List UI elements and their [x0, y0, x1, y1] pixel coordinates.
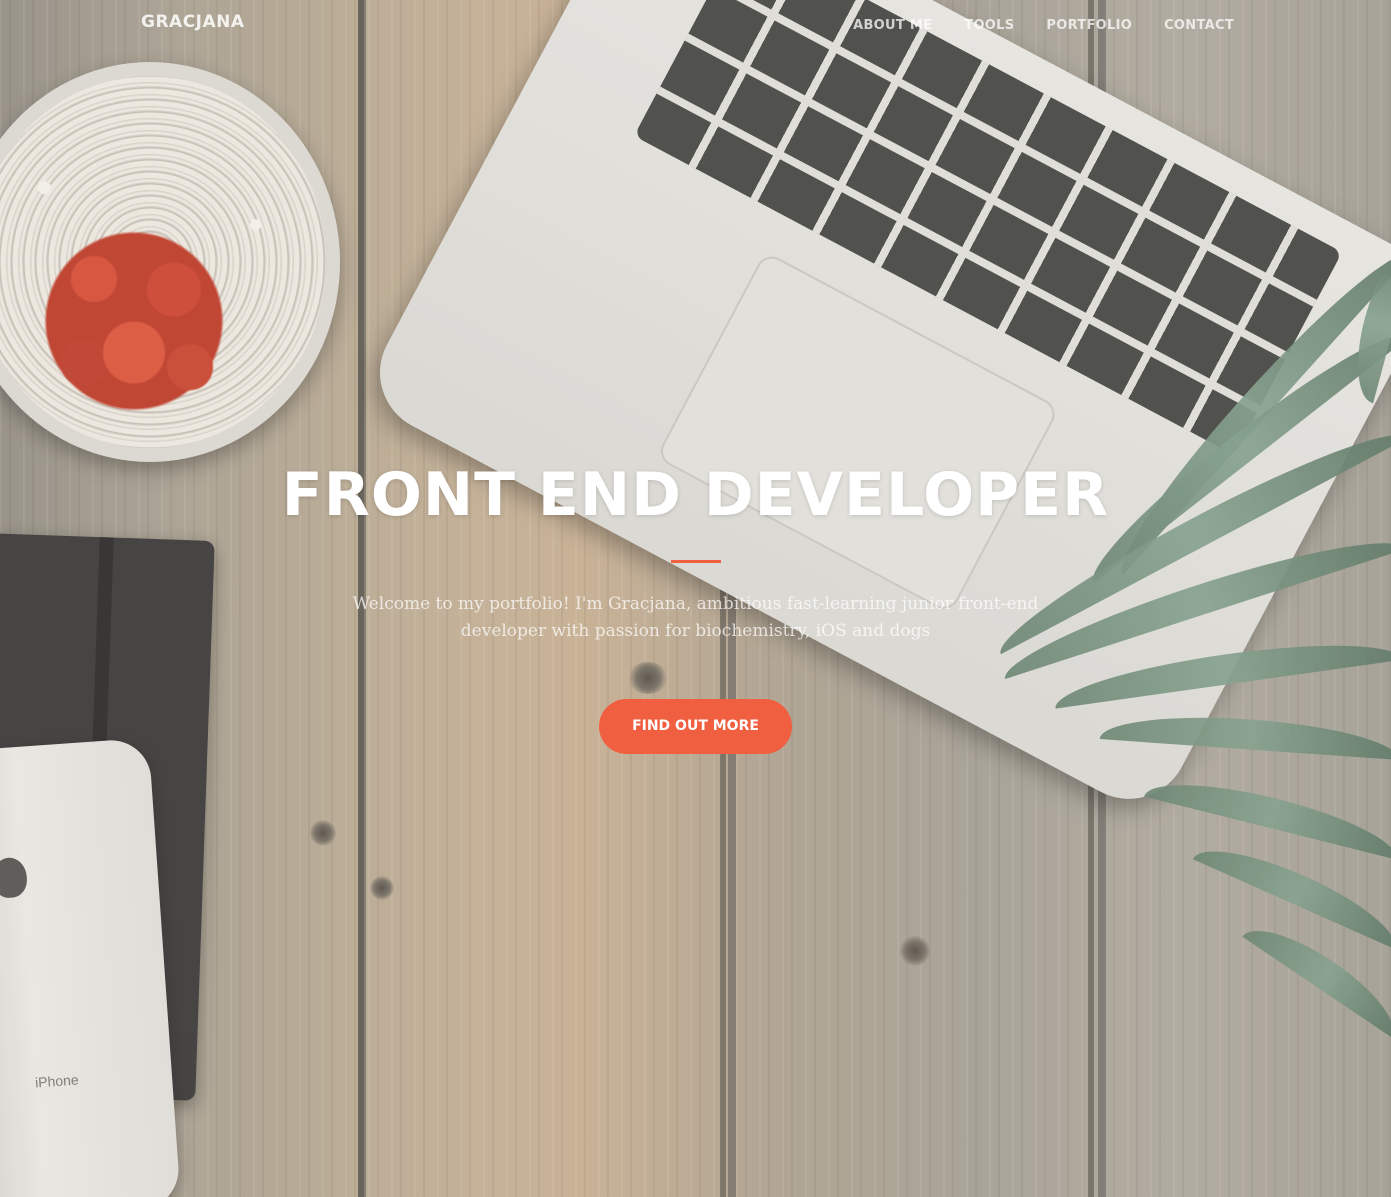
- hero-section: Front End Developer Welcome to my portfo…: [0, 460, 1391, 754]
- nav-link-tools[interactable]: Tools: [964, 18, 1014, 33]
- nav-link-portfolio[interactable]: Portfolio: [1046, 18, 1132, 33]
- hero-divider: [670, 560, 721, 563]
- nav-links: About Me Tools Portfolio Contact: [853, 16, 1234, 34]
- nav-link-contact[interactable]: Contact: [1164, 18, 1234, 33]
- main-navbar: Gracjana About Me Tools Portfolio Contac…: [0, 0, 1391, 50]
- brand-logo-link[interactable]: Gracjana: [141, 12, 245, 32]
- hero-title: Front End Developer: [281, 460, 1110, 530]
- hero-subtitle: Welcome to my portfolio! I'm Gracjana, a…: [352, 594, 1039, 641]
- nav-link-about-me[interactable]: About Me: [853, 18, 932, 33]
- find-out-more-button[interactable]: Find Out More: [599, 699, 792, 754]
